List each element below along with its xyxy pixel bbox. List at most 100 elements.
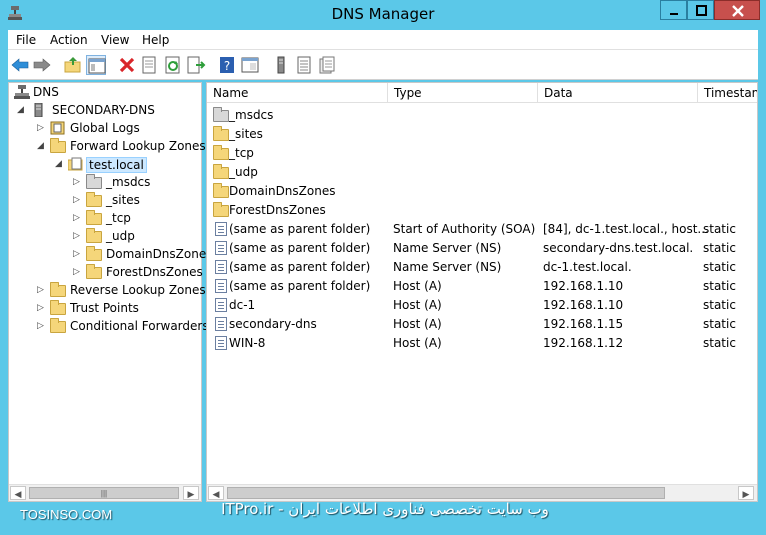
show-hide-console-tree-button[interactable] (86, 55, 106, 75)
menu-view[interactable]: View (101, 33, 129, 47)
back-arrow-icon (11, 58, 29, 72)
list-row[interactable]: WIN-8 Host (A) 192.168.1.12 static (207, 334, 757, 353)
forward-button[interactable] (32, 55, 52, 75)
console-tree[interactable]: DNS ◢ SECONDARY-DNS ▷ Global Logs ◢ Forw… (8, 82, 212, 502)
collapsed-arrow-icon[interactable]: ▷ (37, 321, 47, 331)
collapsed-arrow-icon[interactable]: ▷ (37, 123, 47, 133)
forward-arrow-icon (33, 58, 51, 72)
minimize-button[interactable] (660, 0, 687, 20)
folder-icon (86, 192, 102, 207)
back-button[interactable] (10, 55, 30, 75)
cell-data: 192.168.1.10 (543, 279, 624, 293)
column-header-timestamp[interactable]: Timestam (698, 83, 757, 103)
expanded-arrow-icon[interactable]: ◢ (37, 141, 47, 151)
cell-type: Host (A) (393, 317, 442, 331)
cell-name: secondary-dns (229, 317, 317, 331)
list-row[interactable]: secondary-dns Host (A) 192.168.1.15 static (207, 315, 757, 334)
list-row[interactable]: (same as parent folder) Name Server (NS) s… (207, 239, 757, 258)
console-pane-button[interactable] (240, 55, 260, 75)
cell-timestamp: static (703, 279, 736, 293)
tree-label: _udp (106, 229, 135, 243)
refresh-icon (165, 56, 180, 74)
expanded-arrow-icon[interactable]: ◢ (17, 105, 27, 115)
collapsed-arrow-icon[interactable]: ▷ (73, 231, 83, 241)
tree-label: _tcp (106, 211, 131, 225)
cell-timestamp: static (703, 222, 736, 236)
cell-data: secondary-dns.test.local. (543, 241, 694, 255)
column-header-type[interactable]: Type (388, 83, 538, 103)
scrollbar-thumb[interactable]: ||| (29, 487, 179, 499)
collapsed-arrow-icon[interactable]: ▷ (73, 177, 83, 187)
tree-horizontal-scrollbar[interactable]: ◀ ||| ▶ (9, 484, 201, 501)
window-title: DNS Manager (331, 5, 435, 23)
refresh-button[interactable] (163, 55, 183, 75)
cell-name: _tcp (229, 146, 254, 160)
help-button[interactable]: ? (217, 55, 237, 75)
watermark-left: TOSINSO.COM (20, 507, 113, 522)
zone-icon (319, 56, 335, 74)
cell-timestamp: static (703, 317, 736, 331)
list-row[interactable]: dc-1 Host (A) 192.168.1.10 static (207, 296, 757, 315)
server-button[interactable] (271, 55, 291, 75)
list-row[interactable]: DomainDnsZones (207, 182, 757, 201)
folder-icon (50, 318, 66, 333)
minimize-icon (670, 13, 678, 15)
list-row[interactable]: (same as parent folder) Host (A) 192.168.1… (207, 277, 757, 296)
menu-file[interactable]: File (16, 33, 36, 47)
records-button[interactable] (294, 55, 314, 75)
scroll-right-icon[interactable]: ▶ (738, 486, 754, 500)
tree-label: Conditional Forwarders (70, 319, 209, 333)
cell-name: ForestDnsZones (229, 203, 326, 217)
title-bar[interactable]: DNS Manager (0, 0, 766, 28)
collapsed-arrow-icon[interactable]: ▷ (37, 303, 47, 313)
maximize-button[interactable] (687, 0, 714, 20)
maximize-icon (696, 5, 707, 16)
list-row[interactable]: _tcp (207, 144, 757, 163)
show-hide-console-tree-icon (88, 58, 106, 74)
tree-label: Forward Lookup Zones (70, 139, 206, 153)
collapsed-arrow-icon[interactable]: ▷ (73, 195, 83, 205)
record-icon (213, 241, 229, 255)
properties-icon (142, 56, 156, 74)
cell-data: dc-1.test.local. (543, 260, 632, 274)
folder-icon (213, 183, 229, 198)
export-list-button[interactable] (186, 55, 206, 75)
scroll-left-icon[interactable]: ◀ (208, 486, 224, 500)
collapsed-arrow-icon[interactable]: ▷ (37, 285, 47, 295)
delete-icon (119, 57, 135, 73)
tree-label: SECONDARY-DNS (52, 103, 155, 117)
list-row[interactable]: _msdcs (207, 106, 757, 125)
server-icon (34, 103, 43, 117)
scroll-right-icon[interactable]: ▶ (183, 486, 199, 500)
gray-folder-icon (213, 107, 229, 122)
column-header-data[interactable]: Data (538, 83, 698, 103)
details-pane[interactable]: Name Type Data Timestam _msdcs _sites _tcp… (206, 82, 758, 502)
collapsed-arrow-icon[interactable]: ▷ (73, 267, 83, 277)
list-row[interactable]: ForestDnsZones (207, 201, 757, 220)
delete-button[interactable] (117, 55, 137, 75)
up-one-level-button[interactable] (63, 55, 83, 75)
folder-icon (50, 300, 66, 315)
menu-action[interactable]: Action (50, 33, 88, 47)
scroll-left-icon[interactable]: ◀ (10, 486, 26, 500)
folder-icon (86, 228, 102, 243)
list-row[interactable]: _udp (207, 163, 757, 182)
menu-help[interactable]: Help (142, 33, 169, 47)
list-row[interactable]: _sites (207, 125, 757, 144)
cell-name: WIN-8 (229, 336, 266, 350)
record-icon (213, 298, 229, 312)
column-header-name[interactable]: Name (207, 83, 388, 103)
zone-button[interactable] (317, 55, 337, 75)
close-button[interactable] (714, 0, 760, 20)
tree-label: ForestDnsZones (106, 265, 203, 279)
cell-type: Host (A) (393, 279, 442, 293)
collapsed-arrow-icon[interactable]: ▷ (73, 249, 83, 259)
export-list-icon (187, 56, 206, 74)
expanded-arrow-icon[interactable]: ◢ (55, 159, 65, 169)
list-row[interactable]: (same as parent folder) Start of Authorit… (207, 220, 757, 239)
properties-button[interactable] (139, 55, 159, 75)
scrollbar-thumb[interactable] (227, 487, 665, 499)
list-horizontal-scrollbar[interactable]: ◀ ▶ (207, 484, 757, 501)
collapsed-arrow-icon[interactable]: ▷ (73, 213, 83, 223)
list-row[interactable]: (same as parent folder) Name Server (NS) d… (207, 258, 757, 277)
